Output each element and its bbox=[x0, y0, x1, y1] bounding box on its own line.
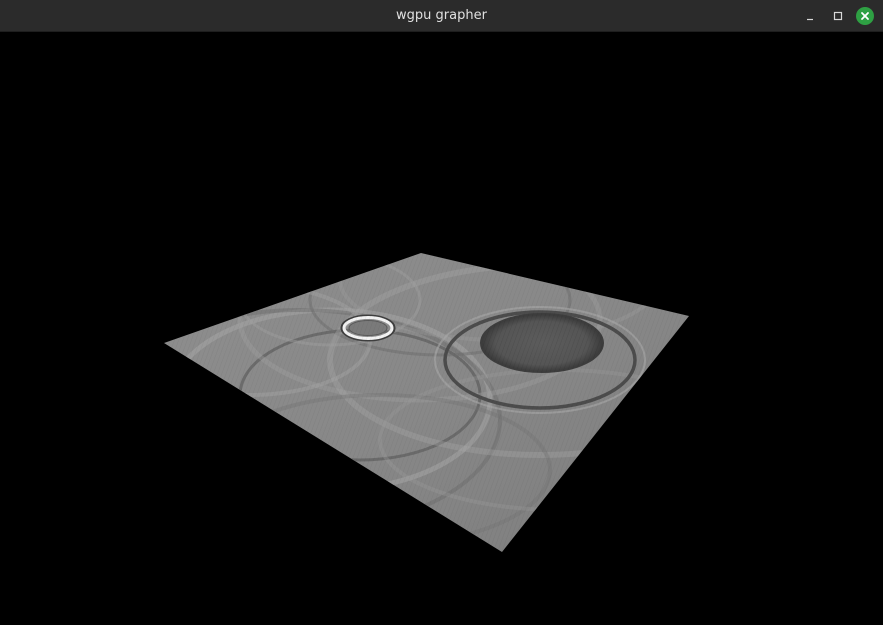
maximize-button[interactable] bbox=[829, 7, 847, 25]
close-button[interactable] bbox=[856, 7, 874, 25]
wave-surface-render bbox=[164, 253, 689, 552]
window-title: wgpu grapher bbox=[396, 8, 487, 23]
minimize-button[interactable] bbox=[801, 7, 819, 25]
render-viewport[interactable] bbox=[0, 32, 883, 625]
maximize-icon bbox=[833, 11, 843, 21]
minimize-icon bbox=[807, 18, 813, 21]
surface-plane bbox=[164, 253, 689, 552]
title-bar[interactable]: wgpu grapher bbox=[0, 0, 883, 32]
app-window: wgpu grapher bbox=[0, 0, 883, 625]
close-icon bbox=[856, 7, 874, 25]
